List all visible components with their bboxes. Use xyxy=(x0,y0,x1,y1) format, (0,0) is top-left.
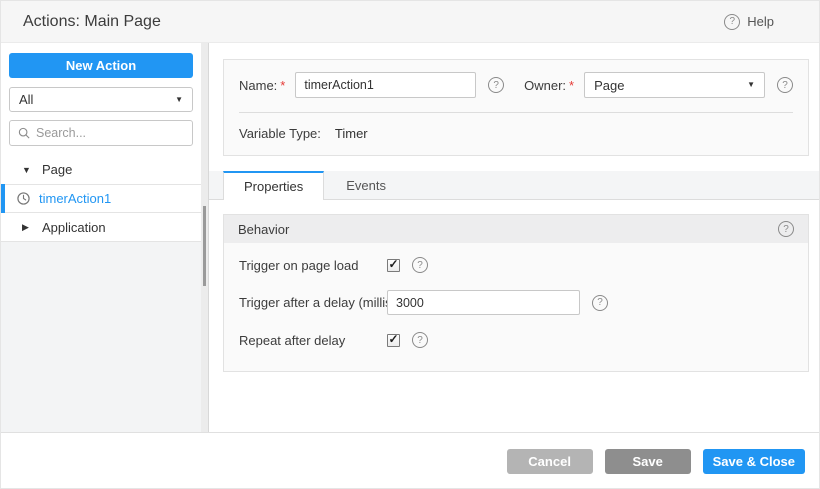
form-divider xyxy=(239,112,793,113)
trigger-delay-input[interactable] xyxy=(387,290,580,315)
trigger-on-page-load-help-icon[interactable]: ? xyxy=(412,257,428,273)
repeat-after-delay-help-icon[interactable]: ? xyxy=(412,332,428,348)
actions-tree: ▼ Page timerAction1 ▶ Application xyxy=(1,155,201,242)
save-button[interactable]: Save xyxy=(604,449,691,474)
tab-properties[interactable]: Properties xyxy=(223,171,325,200)
sidebar-empty-area xyxy=(1,242,201,432)
name-owner-row: Name: * ? Owner: * Page ▼ ? xyxy=(239,72,793,98)
variable-type-label: Variable Type: xyxy=(239,126,321,141)
sidebar-scrollbar xyxy=(201,43,209,432)
help-icon: ? xyxy=(724,13,741,30)
main-panel: Name: * ? Owner: * Page ▼ ? Variable Typ… xyxy=(209,43,819,432)
scrollbar-thumb[interactable] xyxy=(203,206,206,286)
sidebar: New Action All ▼ ▼ Page xyxy=(1,43,201,432)
action-header-form: Name: * ? Owner: * Page ▼ ? Variable Typ… xyxy=(223,59,809,156)
name-input[interactable] xyxy=(295,72,477,98)
cancel-button[interactable]: Cancel xyxy=(506,449,593,474)
help-label: Help xyxy=(747,14,774,29)
check-icon: ✓ xyxy=(388,332,399,346)
chevron-down-icon: ▼ xyxy=(175,94,183,104)
name-required-marker: * xyxy=(280,77,286,93)
owner-label: Owner: xyxy=(524,77,567,93)
tab-events[interactable]: Events xyxy=(324,171,408,199)
actions-dialog: Actions: Main Page ? Help New Action All… xyxy=(0,0,820,489)
help-link[interactable]: ? Help xyxy=(724,13,774,30)
collapse-arrow-icon: ▶ xyxy=(22,221,29,232)
prop-row-repeat-after-delay: Repeat after delay ✓ ? xyxy=(239,332,793,348)
repeat-after-delay-checkbox[interactable]: ✓ xyxy=(387,332,400,347)
tree-group-application-label: Application xyxy=(42,219,106,235)
expand-arrow-icon: ▼ xyxy=(22,164,31,175)
sidebar-controls: New Action All ▼ xyxy=(1,43,201,146)
tree-item-timeraction1[interactable]: timerAction1 xyxy=(1,184,201,213)
search-input[interactable] xyxy=(36,126,197,140)
owner-required-marker: * xyxy=(569,77,575,93)
search-box[interactable] xyxy=(9,120,197,146)
repeat-after-delay-label: Repeat after delay xyxy=(239,332,346,348)
header: Actions: Main Page ? Help xyxy=(1,1,819,43)
name-help-icon[interactable]: ? xyxy=(488,77,505,93)
timer-clock-icon xyxy=(17,192,30,205)
behavior-section: Behavior ? Trigger on page load ✓ ? Trig… xyxy=(223,214,809,372)
search-icon xyxy=(18,127,30,139)
page-title: Actions: Main Page xyxy=(23,12,161,30)
owner-dropdown[interactable]: Page ▼ xyxy=(584,72,765,98)
tabs-bar: Properties Events xyxy=(209,171,819,200)
tree-group-page[interactable]: ▼ Page xyxy=(1,155,201,184)
footer-action-bar: Cancel Save Save & Close xyxy=(1,432,819,488)
owner-help-icon[interactable]: ? xyxy=(777,77,793,93)
prop-row-trigger-delay: Trigger after a delay (millisec... ? xyxy=(239,290,793,315)
save-and-close-button[interactable]: Save & Close xyxy=(702,449,805,474)
behavior-help-icon[interactable]: ? xyxy=(778,221,794,237)
check-icon: ✓ xyxy=(388,257,399,271)
tree-item-timeraction1-label: timerAction1 xyxy=(39,191,112,206)
behavior-section-header: Behavior ? xyxy=(224,215,808,243)
trigger-on-page-load-label: Trigger on page load xyxy=(239,257,359,273)
filter-dropdown[interactable]: All ▼ xyxy=(9,87,193,112)
name-label: Name: xyxy=(239,77,278,93)
tree-group-page-label: Page xyxy=(42,162,73,177)
body: New Action All ▼ ▼ Page xyxy=(1,43,819,432)
trigger-on-page-load-checkbox[interactable]: ✓ xyxy=(387,257,400,272)
owner-dropdown-value: Page xyxy=(594,77,625,93)
trigger-delay-label: Trigger after a delay (millisec... xyxy=(239,295,387,310)
behavior-section-title: Behavior xyxy=(238,221,290,237)
trigger-delay-help-icon[interactable]: ? xyxy=(592,294,608,311)
new-action-button[interactable]: New Action xyxy=(9,53,193,78)
tree-group-application[interactable]: ▶ Application xyxy=(1,213,201,242)
chevron-down-icon: ▼ xyxy=(747,80,755,89)
variable-type-row: Variable Type: Timer xyxy=(239,126,793,141)
filter-dropdown-value: All xyxy=(19,92,34,107)
variable-type-value: Timer xyxy=(334,126,368,141)
behavior-section-body: Trigger on page load ✓ ? Trigger after a… xyxy=(224,243,808,371)
prop-row-trigger-on-page-load: Trigger on page load ✓ ? xyxy=(239,257,793,273)
